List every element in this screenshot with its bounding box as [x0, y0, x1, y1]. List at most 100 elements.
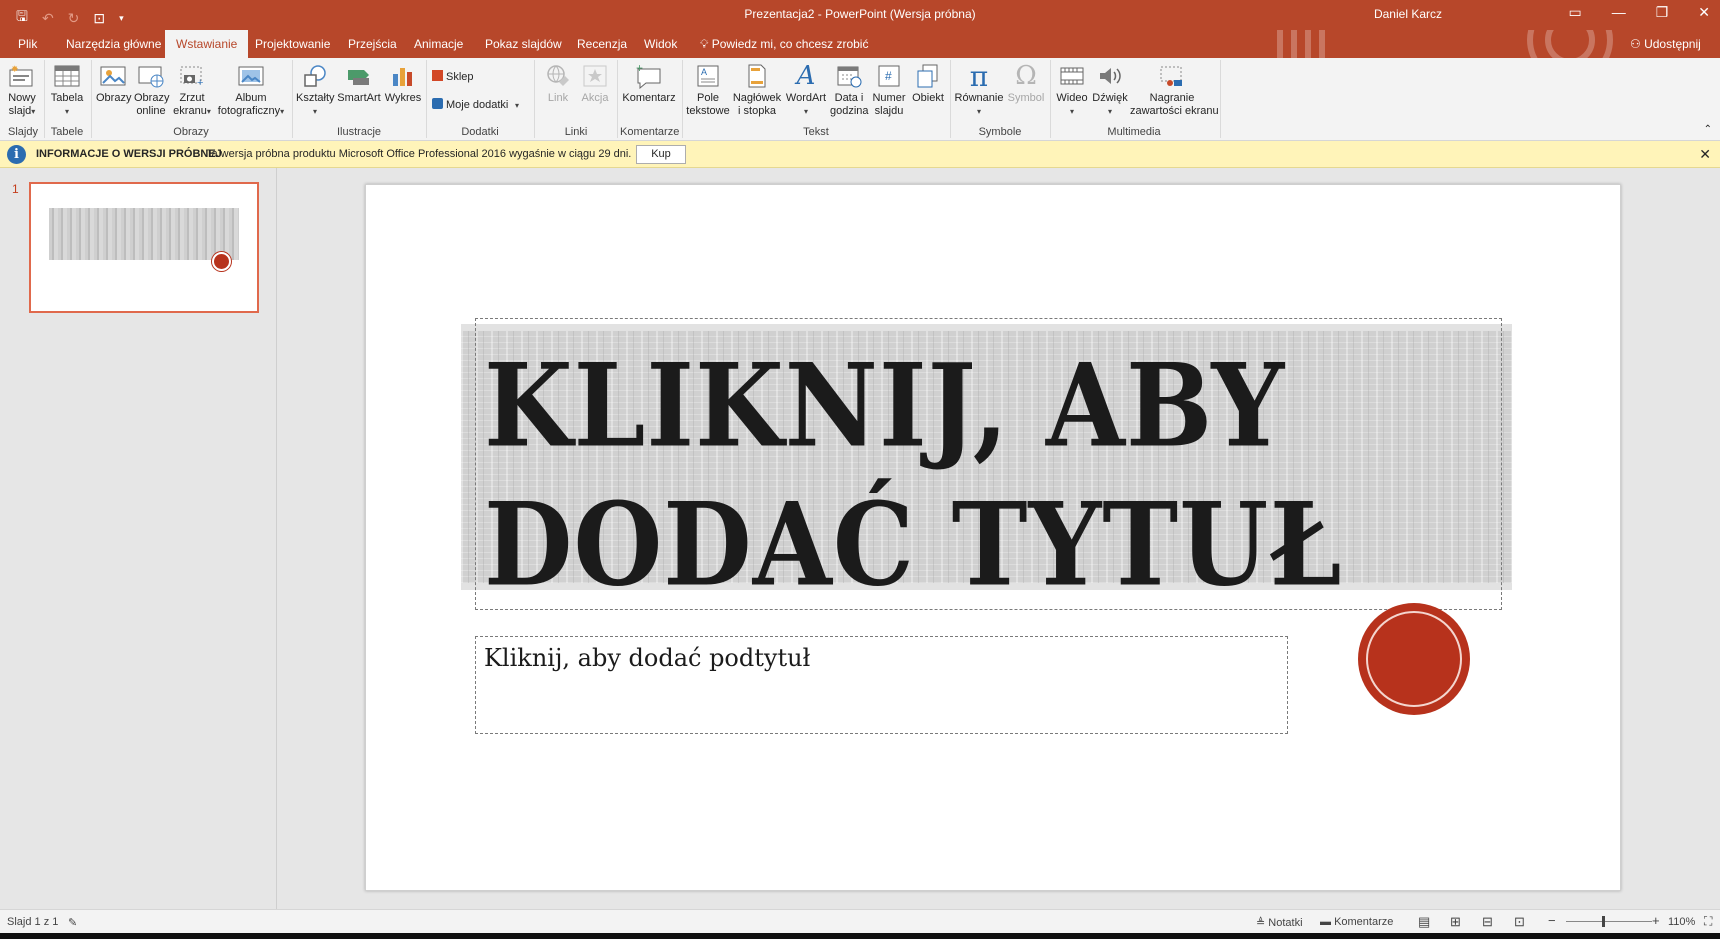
slide-thumbnail[interactable]: [29, 182, 259, 313]
slide-number-button[interactable]: # Numer slajdu: [870, 62, 908, 118]
tab-projektowanie[interactable]: Projektowanie: [255, 37, 330, 51]
addins-icon: [432, 98, 443, 109]
spellcheck-icon[interactable]: ✎: [68, 916, 77, 929]
photo-album-button[interactable]: Album fotograficzny▾: [214, 62, 288, 118]
symbol-button[interactable]: Ω Symbol: [1006, 62, 1046, 105]
group-tekst: Tekst: [803, 126, 829, 138]
title-bar: 🖫 ↶ ↻ ⊡ ▾ Prezentacja2 - PowerPoint (Wer…: [0, 0, 1720, 30]
svg-text:+: +: [197, 77, 203, 88]
tab-pokaz-slajdow[interactable]: Pokaz slajdów: [485, 37, 562, 51]
pictures-button[interactable]: Obrazy: [96, 62, 131, 105]
calendar-icon: [830, 62, 868, 90]
object-button[interactable]: Obiekt: [910, 62, 946, 105]
smartart-button[interactable]: SmartArt: [336, 62, 382, 105]
store-button[interactable]: Sklep: [432, 70, 512, 84]
slide-sorter-icon[interactable]: ⊞: [1450, 914, 1461, 930]
slide-counter: Slajd 1 z 1: [7, 916, 59, 928]
slideshow-icon[interactable]: ⊡: [1514, 914, 1525, 930]
online-pictures-button[interactable]: Obrazy online: [134, 62, 169, 118]
share-button[interactable]: ⚇ Udostępnij: [1630, 37, 1701, 51]
notes-button[interactable]: ≜ Notatki: [1256, 916, 1303, 929]
status-bar: Slajd 1 z 1 ✎ ≜ Notatki ▬ Komentarze ▤ ⊞…: [0, 909, 1720, 933]
video-button[interactable]: Wideo ▾: [1054, 62, 1090, 118]
group-dodatki: Dodatki: [461, 126, 499, 138]
group-tabele: Tabele: [50, 126, 84, 138]
info-icon: i: [7, 145, 26, 164]
audio-button[interactable]: Dźwięk ▾: [1092, 62, 1128, 118]
user-name[interactable]: Daniel Karcz: [1374, 7, 1442, 21]
action-button[interactable]: Akcja: [578, 62, 612, 105]
tab-narzedzia-glowne[interactable]: Narzędzia główne: [66, 37, 161, 51]
group-obrazy: Obrazy: [173, 126, 209, 138]
reading-view-icon[interactable]: ⊟: [1482, 914, 1493, 930]
group-slajdy: Slajdy: [8, 126, 38, 138]
tab-przejscia[interactable]: Przejścia: [348, 37, 397, 51]
buy-button[interactable]: Kup: [636, 145, 686, 164]
group-linki: Linki: [564, 126, 588, 138]
slide-canvas[interactable]: KLIKNIJ, ABY DODAĆ TYTUŁ Kliknij, aby do…: [365, 184, 1621, 891]
comment-button[interactable]: + Komentarz: [620, 62, 678, 105]
subtitle-placeholder-text: Kliknij, aby dodać podtytuł: [484, 644, 811, 672]
store-icon: [432, 70, 443, 81]
svg-text:A: A: [701, 67, 707, 77]
thumbnail-seal: [212, 252, 231, 271]
thumbnail-title-band: [49, 208, 239, 260]
my-addins-button[interactable]: Moje dodatki ▾: [432, 98, 532, 112]
chart-button[interactable]: Wykres: [384, 62, 422, 105]
ribbon-separator: [682, 60, 683, 138]
ribbon-separator: [426, 60, 427, 138]
zoom-slider-thumb[interactable]: [1602, 916, 1605, 927]
tell-me-search[interactable]: 💡︎ Powiedz mi, co chcesz zrobić: [700, 37, 868, 52]
table-button[interactable]: Tabela ▾: [48, 62, 86, 118]
link-button[interactable]: Link: [540, 62, 576, 105]
zoom-level[interactable]: 110%: [1668, 916, 1695, 928]
zoom-in-button[interactable]: +: [1652, 913, 1660, 928]
screenshot-button[interactable]: + Zrzut ekranu▾: [172, 62, 212, 118]
ribbon-insert: ✸ Nowy slajd▾ Slajdy Tabela ▾ Tabele Obr…: [0, 58, 1720, 141]
notes-icon: ≜: [1256, 917, 1269, 929]
shapes-icon: [296, 62, 334, 90]
comments-button[interactable]: ▬ Komentarze: [1320, 916, 1393, 928]
text-box-button[interactable]: A Pole tekstowe: [686, 62, 730, 118]
tab-recenzja[interactable]: Recenzja: [577, 37, 627, 51]
comments-icon: ▬: [1320, 916, 1335, 928]
date-time-button[interactable]: Data i godzina: [830, 62, 869, 118]
screenshot-icon: +: [172, 62, 212, 90]
minimize-icon[interactable]: —: [1612, 4, 1626, 21]
ribbon-separator: [617, 60, 618, 138]
chart-icon: [384, 62, 422, 90]
slide-thumbnails-pane: 1: [0, 168, 277, 909]
zoom-out-button[interactable]: −: [1548, 913, 1556, 928]
header-footer-icon: [732, 62, 782, 90]
new-slide-button[interactable]: ✸ Nowy slajd▾: [4, 62, 40, 118]
normal-view-icon[interactable]: ▤: [1418, 914, 1430, 930]
photo-album-icon: [214, 62, 288, 90]
new-slide-icon: ✸: [4, 62, 40, 90]
window-title: Prezentacja2 - PowerPoint (Wersja próbna…: [744, 7, 976, 21]
thumbnail-number: 1: [12, 182, 19, 196]
ribbon-separator: [44, 60, 45, 138]
subtitle-placeholder[interactable]: Kliknij, aby dodać podtytuł: [475, 636, 1288, 734]
wordart-button[interactable]: A WordArt ▾: [784, 62, 828, 118]
tab-animacje[interactable]: Animacje: [414, 37, 463, 51]
collapse-ribbon-icon[interactable]: ⌃: [1704, 124, 1712, 135]
close-icon[interactable]: ✕: [1698, 4, 1710, 21]
tab-widok[interactable]: Widok: [644, 37, 677, 51]
taskbar: [0, 933, 1720, 939]
picture-icon: [96, 62, 130, 90]
ribbon-display-options-icon[interactable]: ▭: [1568, 4, 1581, 21]
ribbon-tabs: Plik Narzędzia główne Wstawianie Projekt…: [0, 30, 1720, 83]
title-placeholder[interactable]: KLIKNIJ, ABY DODAĆ TYTUŁ: [475, 318, 1502, 613]
shapes-button[interactable]: Kształty ▾: [296, 62, 335, 118]
header-footer-button[interactable]: Nagłówek i stopka: [732, 62, 782, 118]
tab-plik[interactable]: Plik: [18, 37, 37, 51]
tab-wstawianie[interactable]: Wstawianie: [165, 30, 249, 58]
fit-to-window-icon[interactable]: ⛶: [1704, 914, 1712, 929]
equation-button[interactable]: π Równanie ▾: [954, 62, 1004, 118]
text-box-icon: A: [686, 62, 730, 90]
screen-recording-button[interactable]: Nagranie zawartości ekranu: [1130, 62, 1219, 118]
close-infobar-icon[interactable]: ✕: [1699, 146, 1711, 163]
restore-icon[interactable]: ❐: [1656, 4, 1669, 21]
film-icon: [1054, 62, 1090, 90]
zoom-slider-track[interactable]: [1566, 921, 1652, 922]
